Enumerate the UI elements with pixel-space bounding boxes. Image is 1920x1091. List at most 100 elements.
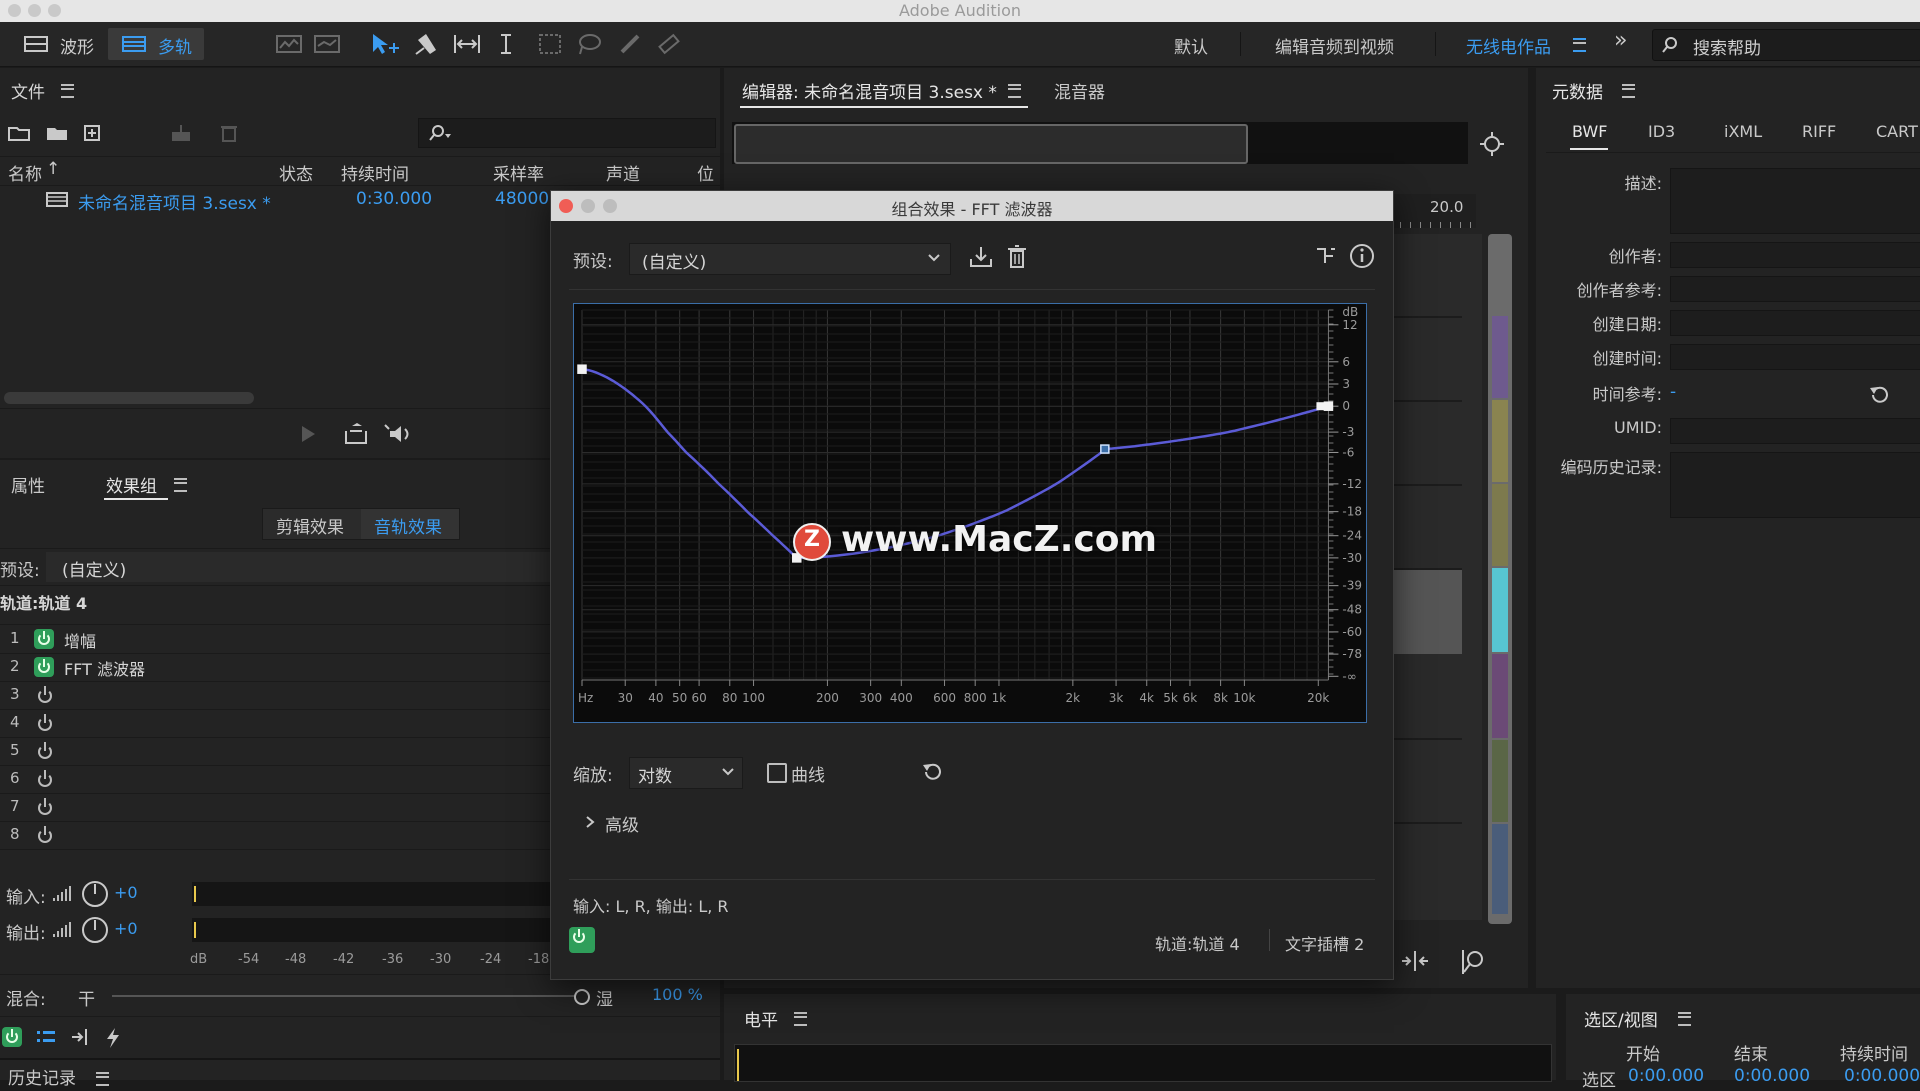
history-menu-icon[interactable] [96,1072,109,1086]
editor-menu-icon[interactable] [1008,84,1021,98]
power-off-icon[interactable] [35,685,55,705]
creation-date-input[interactable] [1670,310,1920,336]
coding-history-input[interactable] [1670,452,1920,518]
overview-visible-range[interactable] [734,124,1248,164]
time-selection-tool-icon[interactable] [498,32,514,56]
track-lane[interactable] [1392,824,1462,920]
track-lane[interactable] [1392,234,1462,318]
output-gain-value[interactable]: +0 [114,919,138,938]
column-status[interactable]: 状态 [279,160,313,185]
advanced-label[interactable]: 高级 [605,811,639,836]
input-gain-knob[interactable] [82,881,108,907]
track-lane[interactable] [1392,656,1462,740]
curve-control-point[interactable] [1323,401,1334,411]
track-lane[interactable] [1392,740,1462,824]
curve-checkbox[interactable] [767,763,787,783]
mix-slider-track[interactable] [112,995,576,997]
save-preset-icon[interactable] [969,245,993,269]
open-file-icon[interactable] [8,124,32,142]
output-gain-knob[interactable] [82,917,108,943]
effect-list-icon[interactable] [36,1029,56,1045]
overview-bar[interactable] [732,122,1468,164]
description-input[interactable] [1670,168,1920,234]
effect-slot-2[interactable]: 2 FFT 滤波器 [0,653,550,682]
dialog-title-bar[interactable]: 组合效果 - FFT 滤波器 [551,191,1393,221]
fft-response-graph[interactable]: Hz 30 40 50 60 80 100 200 300 400 600 800 1k 2k 3k 4k 5k… [574,304,1366,722]
power-off-icon[interactable] [35,769,55,789]
zoom-to-fit-icon[interactable] [1478,130,1506,158]
power-off-icon[interactable] [35,825,55,845]
wet-value[interactable]: 100 % [652,985,703,1004]
slip-tool-icon[interactable] [452,32,482,56]
razor-tool-icon[interactable] [414,32,440,56]
power-on-icon[interactable] [34,657,54,677]
zoom-out-full-icon[interactable] [1400,948,1430,974]
vertical-track-scrollbar[interactable] [1488,234,1512,924]
dialog-power-icon[interactable] [569,927,595,953]
track-lane[interactable] [1392,402,1462,486]
umid-input[interactable] [1670,418,1920,444]
timeline-ruler[interactable]: 20.0 [1390,194,1476,228]
power-off-icon[interactable] [35,741,55,761]
files-search-input[interactable] [418,118,716,148]
power-off-icon[interactable] [35,713,55,733]
curve-control-point[interactable] [1316,402,1325,411]
spectral-frequency-icon[interactable] [276,34,302,54]
new-file-icon[interactable] [84,124,110,142]
zoom-in-time-icon[interactable] [1460,948,1488,976]
routing-icon[interactable] [1315,245,1337,267]
lasso-tool-icon[interactable] [576,33,602,55]
power-on-icon[interactable] [34,629,54,649]
loop-icon[interactable] [344,423,368,445]
tab-mixer[interactable]: 混音器 [1054,78,1105,103]
effect-slot-8[interactable]: 8 [0,821,550,850]
column-channels[interactable]: 声道 [606,160,640,185]
effect-slot-1[interactable]: 1 增幅 [0,625,550,654]
rack-power-icon[interactable] [2,1027,22,1047]
mix-slider-thumb[interactable] [574,989,590,1005]
column-duration[interactable]: 持续时间 [341,160,409,185]
reset-time-ref-icon[interactable] [1868,384,1890,406]
track-lane[interactable] [1392,318,1462,402]
creator-ref-input[interactable] [1670,276,1920,302]
dialog-preset-select[interactable]: (自定义) [629,243,951,275]
effect-slot-4[interactable]: 4 [0,709,550,738]
rack-preset-select[interactable]: (自定义) [46,552,556,582]
creation-time-input[interactable] [1670,344,1920,370]
levels-menu-icon[interactable] [794,1012,807,1026]
effect-slot-7[interactable]: 7 [0,793,550,822]
column-sample-rate[interactable]: 采样率 [493,160,544,185]
delete-preset-icon[interactable] [1007,245,1027,269]
track-lane[interactable] [1392,486,1462,570]
import-file-icon[interactable] [46,124,70,142]
spectral-pitch-icon[interactable] [314,34,340,54]
effect-slot-6[interactable]: 6 [0,765,550,794]
selection-duration[interactable]: 0:00.000 [1844,1066,1920,1086]
spot-healing-icon[interactable] [656,32,682,56]
reset-curve-icon[interactable] [921,761,943,783]
subtab-clip-effects[interactable]: 剪辑效果 [276,513,344,538]
files-panel-menu-icon[interactable] [61,84,74,98]
files-horizontal-scrollbar[interactable] [4,392,254,404]
move-tool-icon[interactable] [370,32,400,56]
brush-tool-icon[interactable] [616,32,642,56]
effects-panel-menu-icon[interactable] [174,478,187,492]
power-off-icon[interactable] [35,797,55,817]
apply-effects-icon[interactable] [70,1027,92,1047]
history-title[interactable]: 历史记录 [8,1064,76,1089]
subtab-track-effects[interactable]: 音轨效果 [374,513,442,538]
info-icon[interactable] [1349,243,1375,269]
effect-slot-5[interactable]: 5 [0,737,550,766]
input-gain-value[interactable]: +0 [114,883,138,902]
autoplay-speaker-icon[interactable] [384,423,416,445]
workspace-default[interactable]: 默认 [1174,33,1208,58]
creator-input[interactable] [1670,242,1920,268]
waveform-view-button[interactable]: 波形 [18,29,104,59]
tab-effects-rack[interactable]: 效果组 [106,472,157,497]
insert-into-multitrack-icon[interactable] [170,124,194,142]
effect-slot-3[interactable]: 3 [0,681,550,710]
expand-advanced-icon[interactable] [585,815,595,829]
marquee-tool-icon[interactable] [538,33,562,55]
tab-editor[interactable]: 编辑器: 未命名混音项目 3.sesx * [742,78,997,103]
curve-control-point[interactable] [1100,444,1110,454]
